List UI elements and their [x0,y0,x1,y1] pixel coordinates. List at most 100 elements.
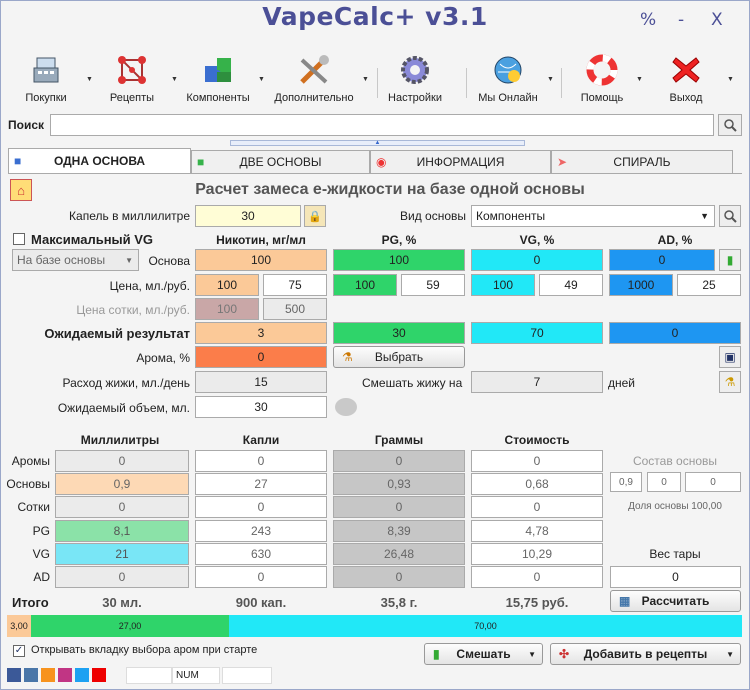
facebook-icon[interactable] [7,668,21,682]
close-button[interactable]: X [711,10,723,30]
search-input[interactable] [50,114,714,136]
home-button[interactable]: ⌂ [10,179,32,201]
base-pg-input[interactable]: 100 [333,249,465,271]
hundred-rub-input[interactable]: 500 [263,298,327,320]
result-row-label: VG [32,547,50,561]
result-cell: 26,48 [333,543,465,565]
base-ad-input[interactable]: 0 [609,249,715,271]
mix-bar-nic: 3,00 [7,615,31,637]
hundred-ml-input[interactable]: 100 [195,298,259,320]
grams-header: Граммы [374,433,424,447]
price-nic-rub-input[interactable]: 75 [263,274,327,296]
flask-button[interactable]: ⚗ [719,371,741,393]
toolbar-settings-button[interactable]: Настройки [386,52,444,106]
toolbar-exit-button[interactable]: Выход [660,52,712,106]
odnoklassniki-icon[interactable] [41,668,55,682]
gear-icon [401,56,429,84]
minimize-button[interactable]: - [678,10,684,30]
expected-ad-input[interactable]: 0 [609,322,741,344]
lock-button[interactable]: 🔒 [304,205,326,227]
expected-pg-input[interactable]: 30 [333,322,465,344]
drop-icon[interactable] [335,398,357,416]
flask-icon: ⚗ [342,350,353,364]
chevron-down-icon[interactable]: ▼ [171,76,178,83]
toolbar-extra-button[interactable]: Дополнительно [270,52,358,106]
calculate-button[interactable]: ▦ Рассчитать [610,590,741,612]
result-cell: 10,29 [471,543,603,565]
price-vg-rub-input[interactable]: 49 [539,274,603,296]
expected-row-label: Ожидаемый результат [44,326,190,341]
price-pg-rub-input[interactable]: 59 [401,274,465,296]
result-cell: 8,1 [55,520,189,542]
toolbar-online-button[interactable]: Мы Онлайн [476,52,540,106]
base-search-button[interactable] [719,205,741,227]
chevron-down-icon[interactable]: ▼ [636,76,643,83]
tab-coil[interactable]: ➤ СПИРАЛЬ [551,150,733,173]
tab-two-bases[interactable]: ■ ДВЕ ОСНОВЫ [191,150,370,173]
mix-button[interactable]: ▮ Смешать ▼ [424,643,543,665]
result-row-label: PG [32,524,50,538]
total-cost: 15,75 руб. [505,595,569,610]
toolbar-components-button[interactable]: Компоненты [183,52,253,106]
chevron-down-icon[interactable]: ▼ [547,76,554,83]
result-cell: 0,93 [333,473,465,495]
toolbar-help-button[interactable]: Помощь [574,52,630,106]
max-vg-checkbox[interactable] [13,233,25,245]
search-button[interactable] [718,114,742,136]
price-nic-ml-input[interactable]: 100 [195,274,259,296]
expected-vg-input[interactable]: 70 [471,322,603,344]
choose-aroma-button[interactable]: ⚗ Выбрать [333,346,465,368]
tare-input[interactable]: 0 [610,566,741,588]
floppy-icon: ▣ [724,350,736,364]
base-nic-input[interactable]: 100 [195,249,327,271]
hundred-row-label: Цена сотки, мл./руб. [76,303,190,317]
base-row-label: Основа [148,254,190,268]
chevron-down-icon[interactable]: ▼ [86,76,93,83]
twitter-icon[interactable] [75,668,89,682]
total-label: Итого [12,595,49,610]
toolbar-separator [377,68,378,98]
result-cell: 0 [55,566,189,588]
chevron-down-icon[interactable]: ▼ [258,76,265,83]
price-pg-ml-input[interactable]: 100 [333,274,397,296]
save-button[interactable]: ▣ [719,346,741,368]
base-type-select[interactable]: Компоненты ▼ [471,205,715,227]
chevron-down-icon: ▼ [125,255,133,265]
puzzle-icon [205,58,231,82]
collapse-handle[interactable]: ▲ [230,140,525,146]
youtube-icon[interactable] [92,668,106,682]
tab-one-base[interactable]: ■ ОДНА ОСНОВА [8,148,191,173]
result-cell: 0 [471,566,603,588]
price-row-label: Цена, мл./руб. [109,279,190,293]
bucket-icon: ▮ [726,253,734,267]
vk-icon[interactable] [24,668,38,682]
aroma-label: Арома, % [136,351,190,365]
percent-button[interactable]: % [640,10,656,30]
chevron-down-icon[interactable]: ▼ [727,76,734,83]
total-drops: 900 кап. [235,595,287,610]
toolbar-recipes-button[interactable]: Рецепты [104,52,160,106]
open-aroma-checkbox[interactable]: ✓ [13,645,25,657]
mix-days-input[interactable]: 7 [471,371,603,393]
result-cell: 0 [333,566,465,588]
aroma-input[interactable]: 0 [195,346,327,368]
drops-label: Капель в миллилитре [69,209,190,223]
result-cell: 0,9 [55,473,189,495]
toolbar-label: Компоненты [186,92,250,104]
tab-info[interactable]: ◉ ИНФОРМАЦИЯ [370,150,551,173]
price-ad-ml-input[interactable]: 1000 [609,274,673,296]
expected-nic-input[interactable]: 3 [195,322,327,344]
add-recipe-button[interactable]: ✣ Добавить в рецепты ▼ [550,643,741,665]
chevron-down-icon: ▼ [726,649,734,659]
consumption-input[interactable]: 15 [195,371,327,393]
clear-button[interactable]: ▮ [719,249,741,271]
base-source-select[interactable]: На базе основы ▼ [12,249,139,271]
toolbar-purchases-button[interactable]: Покупки [18,52,74,106]
price-vg-ml-input[interactable]: 100 [471,274,535,296]
instagram-icon[interactable] [58,668,72,682]
price-ad-rub-input[interactable]: 25 [677,274,741,296]
chevron-down-icon[interactable]: ▼ [362,76,369,83]
base-vg-input[interactable]: 0 [471,249,603,271]
drops-input[interactable]: 30 [195,205,301,227]
volume-input[interactable]: 30 [195,396,327,418]
